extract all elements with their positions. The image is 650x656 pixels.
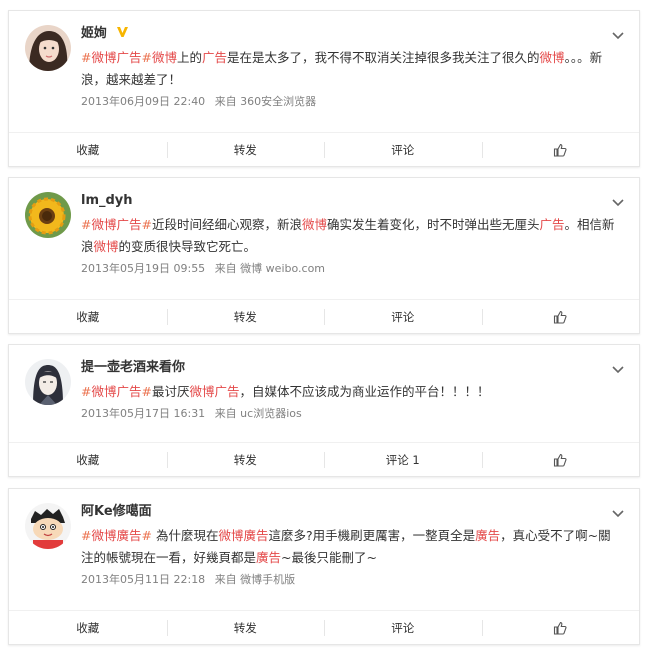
- verified-badge-icon: [116, 27, 128, 37]
- comment-button[interactable]: 评论: [324, 300, 482, 333]
- favorite-button[interactable]: 收藏: [9, 443, 167, 476]
- keyword-highlight[interactable]: 微博: [94, 239, 119, 254]
- post-source[interactable]: 来自 360安全浏览器: [215, 95, 317, 108]
- post-meta: 2013年06月09日 22:40 来自 360安全浏览器: [81, 94, 625, 110]
- thumbs-up-icon: [554, 310, 567, 324]
- post-source[interactable]: 来自 微博 weibo.com: [215, 262, 325, 275]
- keyword-highlight[interactable]: 微博廣告: [91, 528, 141, 543]
- like-button[interactable]: [481, 300, 640, 333]
- username[interactable]: 阿Ke修噶面: [81, 503, 625, 521]
- hashtag-mark[interactable]: #: [81, 384, 91, 399]
- favorite-button[interactable]: 收藏: [9, 133, 167, 166]
- username[interactable]: lm_dyh: [81, 192, 625, 210]
- username[interactable]: 提一壶老酒来看你: [81, 359, 625, 377]
- thumbs-up-icon: [554, 143, 567, 157]
- keyword-highlight[interactable]: 微博广告: [190, 384, 240, 399]
- post-content: #微博广告#近段时间经细心观察，新浪微博确实发生着变化，时不时弹出些无厘头广告。…: [81, 214, 625, 258]
- keyword-highlight[interactable]: 微博: [152, 50, 177, 65]
- keyword-highlight[interactable]: 微博: [540, 50, 565, 65]
- chevron-down-icon[interactable]: [611, 509, 625, 519]
- hashtag-mark[interactable]: #: [81, 217, 91, 232]
- keyword-highlight[interactable]: 微博: [302, 217, 327, 232]
- avatar[interactable]: [25, 359, 71, 405]
- repost-button[interactable]: 转发: [166, 443, 325, 476]
- hashtag-mark[interactable]: #: [142, 384, 152, 399]
- repost-button[interactable]: 转发: [166, 133, 325, 166]
- post-text: 确实发生着变化，时不时弹出些无厘头: [327, 217, 540, 232]
- comment-button[interactable]: 评论 1: [324, 443, 482, 476]
- username-text[interactable]: 阿Ke修噶面: [81, 504, 152, 519]
- keyword-highlight[interactable]: 微博广告: [91, 217, 141, 232]
- action-bar: 收藏 转发 评论: [9, 610, 639, 644]
- like-button[interactable]: [481, 611, 640, 644]
- avatar[interactable]: [25, 192, 71, 238]
- action-bar: 收藏 转发 评论: [9, 299, 639, 333]
- post-text: 為什麼現在: [151, 528, 219, 543]
- username-text[interactable]: 提一壶老酒来看你: [81, 360, 185, 375]
- post-text: 上的: [177, 50, 203, 65]
- post-meta: 2013年05月17日 16:31 来自 uc浏览器ios: [81, 406, 625, 422]
- post-text: 最讨厌: [151, 384, 190, 399]
- favorite-button[interactable]: 收藏: [9, 611, 167, 644]
- keyword-highlight[interactable]: 微博广告: [91, 50, 141, 65]
- post-meta: 2013年05月11日 22:18 来自 微博手机版: [81, 572, 625, 588]
- avatar[interactable]: [25, 25, 71, 71]
- post-content: #微博廣告# 為什麼現在微博廣告這麼多?用手機刷更厲害，一整頁全是廣告，真心受不…: [81, 525, 625, 569]
- keyword-highlight[interactable]: 广告: [540, 217, 565, 232]
- keyword-highlight[interactable]: 微博廣告: [218, 528, 268, 543]
- weibo-feed: 姬姰 #微博广告#微博上的广告是在是太多了，我不得不取消关注掉很多我关注了很久的…: [0, 0, 650, 656]
- username-text[interactable]: 姬姰: [81, 26, 107, 41]
- chevron-down-icon[interactable]: [611, 198, 625, 208]
- post-time[interactable]: 2013年05月17日 16:31: [81, 407, 205, 420]
- thumbs-up-icon: [554, 453, 567, 467]
- post-time[interactable]: 2013年06月09日 22:40: [81, 95, 205, 108]
- post-text: 的变质很快导致它死亡。: [118, 239, 257, 254]
- post-text: ，自媒体不应该成为商业运作的平台！！！！: [239, 384, 490, 399]
- post-text: 是在是太多了，我不得不取消关注掉很多我关注了很久的: [227, 50, 540, 65]
- hashtag-mark[interactable]: #: [142, 217, 152, 232]
- comment-button[interactable]: 评论: [324, 611, 482, 644]
- post-source[interactable]: 来自 微博手机版: [215, 573, 296, 586]
- post-card: 提一壶老酒来看你 #微博广告#最讨厌微博广告，自媒体不应该成为商业运作的平台！！…: [8, 344, 640, 477]
- username[interactable]: 姬姰: [81, 25, 625, 43]
- username-text[interactable]: lm_dyh: [81, 193, 133, 208]
- keyword-highlight[interactable]: 廣告: [256, 550, 281, 565]
- post-source[interactable]: 来自 uc浏览器ios: [215, 407, 302, 420]
- post-card: 姬姰 #微博广告#微博上的广告是在是太多了，我不得不取消关注掉很多我关注了很久的…: [8, 10, 640, 167]
- action-bar: 收藏 转发 评论 1: [9, 442, 639, 476]
- hashtag-mark[interactable]: #: [142, 528, 152, 543]
- chevron-down-icon[interactable]: [611, 365, 625, 375]
- hashtag-mark[interactable]: #: [81, 50, 91, 65]
- like-button[interactable]: [481, 443, 640, 476]
- avatar[interactable]: [25, 503, 71, 549]
- post-card: lm_dyh #微博广告#近段时间经细心观察，新浪微博确实发生着变化，时不时弹出…: [8, 177, 640, 334]
- hashtag-mark[interactable]: #: [142, 50, 152, 65]
- thumbs-up-icon: [554, 621, 567, 635]
- post-content: #微博广告#最讨厌微博广告，自媒体不应该成为商业运作的平台！！！！: [81, 381, 625, 403]
- hashtag-mark[interactable]: #: [81, 528, 91, 543]
- action-bar: 收藏 转发 评论: [9, 132, 639, 166]
- comment-button[interactable]: 评论: [324, 133, 482, 166]
- post-time[interactable]: 2013年05月19日 09:55: [81, 262, 205, 275]
- post-card: 阿Ke修噶面 #微博廣告# 為什麼現在微博廣告這麼多?用手機刷更厲害，一整頁全是…: [8, 488, 640, 645]
- post-time[interactable]: 2013年05月11日 22:18: [81, 573, 205, 586]
- favorite-button[interactable]: 收藏: [9, 300, 167, 333]
- chevron-down-icon[interactable]: [611, 31, 625, 41]
- post-text: 近段时间经细心观察，新浪: [151, 217, 302, 232]
- post-text: 這麼多?用手機刷更厲害，一整頁全是: [268, 528, 476, 543]
- post-text: ~最後只能刪了~: [281, 550, 377, 565]
- keyword-highlight[interactable]: 广告: [202, 50, 227, 65]
- like-button[interactable]: [481, 133, 640, 166]
- post-meta: 2013年05月19日 09:55 来自 微博 weibo.com: [81, 261, 625, 277]
- keyword-highlight[interactable]: 廣告: [475, 528, 500, 543]
- post-content: #微博广告#微博上的广告是在是太多了，我不得不取消关注掉很多我关注了很久的微博。…: [81, 47, 625, 91]
- repost-button[interactable]: 转发: [166, 611, 325, 644]
- keyword-highlight[interactable]: 微博广告: [91, 384, 141, 399]
- repost-button[interactable]: 转发: [166, 300, 325, 333]
